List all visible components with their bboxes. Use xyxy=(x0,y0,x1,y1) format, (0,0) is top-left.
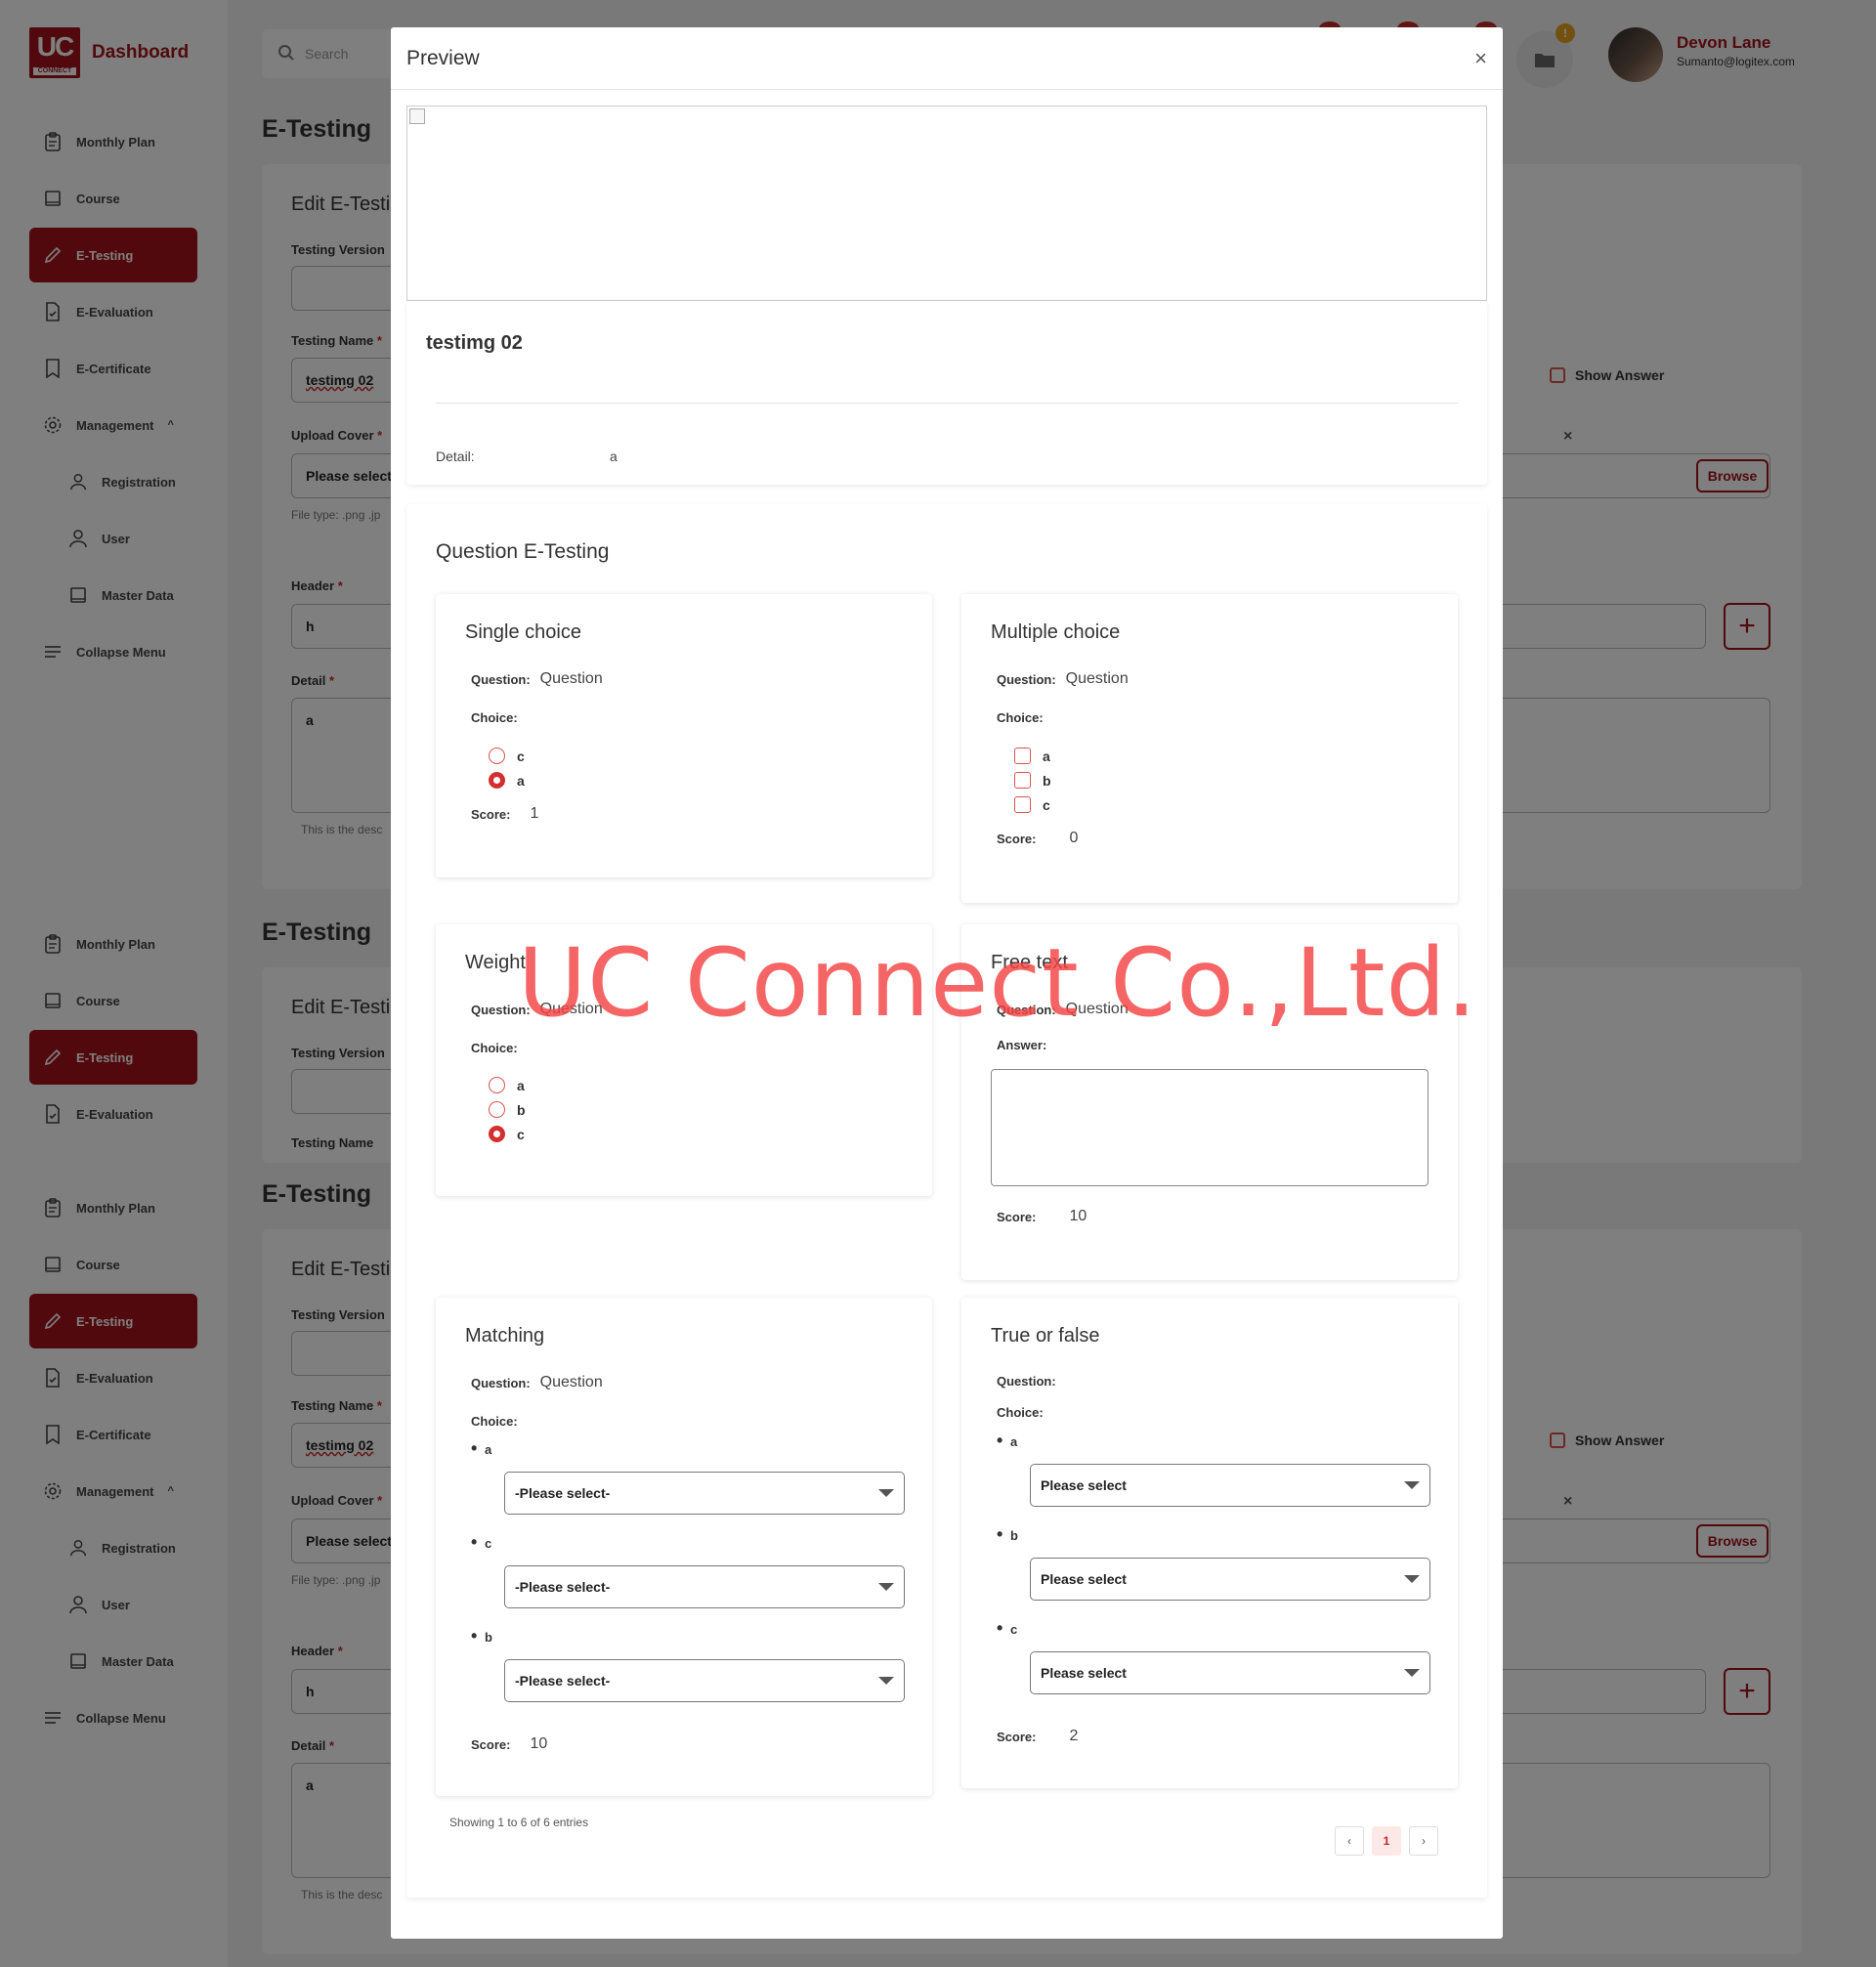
checkbox[interactable] xyxy=(1014,796,1031,813)
chevron-down-icon xyxy=(878,1489,894,1497)
score-row: Score: 10 xyxy=(997,1208,1087,1224)
choice-option[interactable]: a xyxy=(489,1073,526,1097)
modal-title: Preview xyxy=(406,46,480,69)
score-row: Score: 1 xyxy=(471,805,539,822)
question-section: Question E-Testing Single choice Questio… xyxy=(406,504,1487,1898)
score-value: 0 xyxy=(1069,830,1079,846)
choice-list: a b c xyxy=(1014,744,1051,817)
radio-button[interactable] xyxy=(489,748,505,764)
choice-option[interactable]: b xyxy=(489,1097,526,1122)
question-type-title: Single choice xyxy=(465,621,581,643)
testing-name: testimg 02 xyxy=(426,332,523,354)
matching-select[interactable]: -Please select- xyxy=(504,1659,905,1702)
question-type-title: Multiple choice xyxy=(991,621,1121,643)
choice-list: c a xyxy=(489,744,525,792)
score-value: 10 xyxy=(530,1735,548,1752)
score-value: 2 xyxy=(1069,1728,1079,1744)
checkbox[interactable] xyxy=(1014,748,1031,764)
choice-option[interactable]: c xyxy=(1014,792,1051,817)
question-type-title: Weight xyxy=(465,952,526,973)
score-value: 1 xyxy=(530,805,539,822)
choice-option[interactable]: b xyxy=(1014,768,1051,792)
question-text: Question xyxy=(1065,670,1129,687)
radio-button[interactable] xyxy=(489,1101,505,1118)
true-false-item: a xyxy=(997,1431,1018,1451)
matching-item: b xyxy=(471,1626,492,1646)
question-row: Question: xyxy=(997,1374,1056,1389)
matching-item: c xyxy=(471,1532,492,1553)
choice-label: Choice: xyxy=(471,1414,518,1429)
score-row: Score: 0 xyxy=(997,830,1079,846)
question-text: Question xyxy=(539,670,603,687)
question-section-title: Question E-Testing xyxy=(436,540,610,563)
pagination: ‹ 1 › xyxy=(1335,1826,1438,1856)
choice-option[interactable]: c xyxy=(489,744,525,768)
question-row: Question: Question xyxy=(997,670,1129,687)
score-row: Score: 10 xyxy=(471,1735,548,1752)
true-false-item: c xyxy=(997,1618,1018,1639)
choice-label: Choice: xyxy=(471,1041,518,1055)
radio-button[interactable] xyxy=(489,772,505,789)
score-value: 10 xyxy=(1069,1208,1087,1224)
watermark: UC Connect Co.,Ltd. xyxy=(518,928,1477,1038)
question-row: Question: Question xyxy=(471,1374,603,1390)
entries-info: Showing 1 to 6 of 6 entries xyxy=(449,1816,589,1829)
choice-label: Choice: xyxy=(997,1405,1044,1420)
testing-info-card: testimg 02 Detail: a xyxy=(406,301,1487,485)
next-page-button[interactable]: › xyxy=(1409,1826,1438,1856)
chevron-down-icon xyxy=(1404,1669,1420,1677)
radio-button[interactable] xyxy=(489,1126,505,1142)
question-row: Question: Question xyxy=(471,670,603,687)
chevron-down-icon xyxy=(1404,1575,1420,1583)
choice-option[interactable]: c xyxy=(489,1122,526,1146)
question-card-matching: Matching Question:Question Choice: a -Pl… xyxy=(436,1298,932,1796)
page-button-current[interactable]: 1 xyxy=(1372,1826,1401,1856)
checkbox[interactable] xyxy=(1014,772,1031,789)
chevron-down-icon xyxy=(878,1583,894,1591)
matching-select[interactable]: -Please select- xyxy=(504,1565,905,1608)
choice-label: Choice: xyxy=(471,710,518,725)
divider xyxy=(436,403,1458,404)
detail-label: Detail: xyxy=(436,449,475,464)
matching-item: a xyxy=(471,1438,492,1459)
matching-select[interactable]: -Please select- xyxy=(504,1472,905,1515)
true-false-select[interactable]: Please select xyxy=(1030,1558,1430,1601)
choice-list: a b c xyxy=(489,1073,526,1146)
choice-label: Choice: xyxy=(997,710,1044,725)
question-card-single-choice: Single choice Question: Question Choice: … xyxy=(436,594,932,877)
modal-header: Preview × xyxy=(391,27,1503,90)
cover-image xyxy=(406,106,1487,301)
answer-label: Answer: xyxy=(997,1038,1047,1052)
broken-image-icon xyxy=(409,108,425,124)
prev-page-button[interactable]: ‹ xyxy=(1335,1826,1364,1856)
choice-option[interactable]: a xyxy=(489,768,525,792)
score-row: Score: 2 xyxy=(997,1728,1079,1744)
detail-value: a xyxy=(610,449,618,464)
question-card-true-or-false: True or false Question: Choice: a Please… xyxy=(961,1298,1458,1788)
answer-textarea[interactable] xyxy=(991,1069,1428,1186)
chevron-down-icon xyxy=(1404,1481,1420,1489)
true-false-select[interactable]: Please select xyxy=(1030,1651,1430,1694)
true-false-select[interactable]: Please select xyxy=(1030,1464,1430,1507)
choice-option[interactable]: a xyxy=(1014,744,1051,768)
chevron-down-icon xyxy=(878,1677,894,1685)
true-false-item: b xyxy=(997,1524,1018,1545)
question-text: Question xyxy=(539,1374,603,1390)
question-type-title: True or false xyxy=(991,1325,1100,1347)
question-card-multiple-choice: Multiple choice Question: Question Choice… xyxy=(961,594,1458,903)
close-icon[interactable]: × xyxy=(1474,46,1487,71)
question-type-title: Matching xyxy=(465,1325,545,1347)
radio-button[interactable] xyxy=(489,1077,505,1093)
